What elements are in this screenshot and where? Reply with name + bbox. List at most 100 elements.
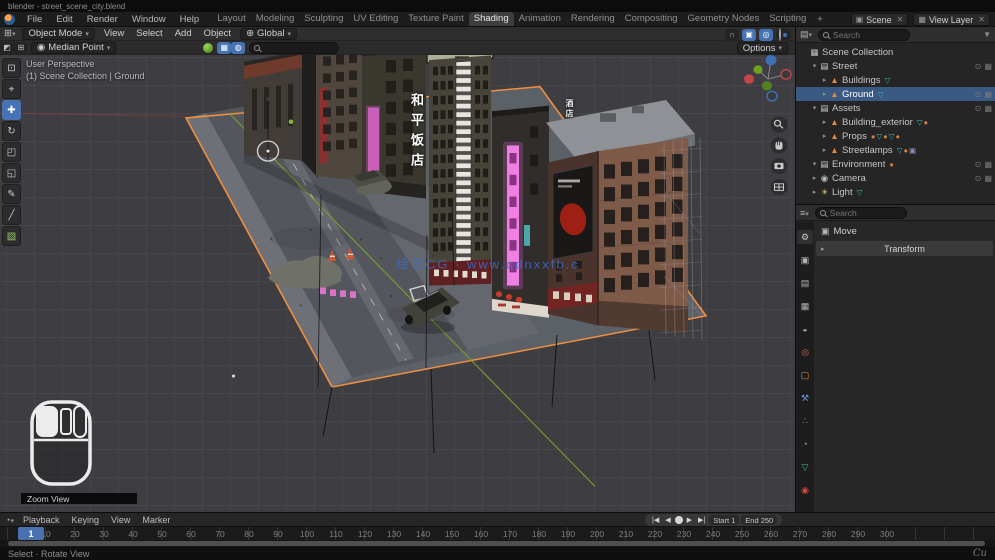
tab-uv-editing[interactable]: UV Editing [348,12,403,26]
expand-icon[interactable]: ▸ [820,118,829,126]
jump-to-start-button[interactable]: |◀ [650,516,661,524]
measure-tool[interactable]: ╱ [2,205,21,225]
outliner-row-light[interactable]: ▸ ☀ Light ▽ [796,185,995,199]
tab-animation[interactable]: Animation [514,12,566,26]
outliner-row-streetlamps[interactable]: ▸ ▲ Streetlamps ▽ ● ▣ [796,143,995,157]
shading-material-button[interactable] [783,32,787,37]
properties-tab-output[interactable]: ▤ [797,276,813,290]
timeline-scrollbar[interactable] [0,540,995,547]
rotate-tool[interactable]: ↻ [2,121,21,141]
scene-selector[interactable]: ▣ Scene ✕ [850,13,909,26]
jump-to-end-button[interactable]: ▶| [696,516,707,524]
expand-icon[interactable]: ▸ [810,174,819,182]
record-button[interactable] [674,516,683,524]
expand-icon[interactable]: ▸ [820,76,829,84]
transform-panel-header[interactable]: ▸ Transform [816,241,993,256]
hide-icon[interactable]: ⊙ [975,160,982,169]
pivot-dropdown[interactable]: ◉ Median Point ▾ [31,41,117,54]
outliner-row-assets[interactable]: ▾ ▤ Assets ⊙ ▦ [796,101,995,115]
prev-keyframe-button[interactable]: ◀ [663,516,672,524]
add-cube-tool[interactable]: ▧ [2,226,21,246]
properties-tab-render[interactable]: ▣ [797,253,813,267]
tab-modeling[interactable]: Modeling [251,12,300,26]
options-dropdown[interactable]: Options ▾ [736,42,788,54]
render-restrict-icon[interactable]: ▦ [984,174,992,183]
gizmo-y-axis[interactable] [753,65,763,74]
remove-view-layer-icon[interactable]: ✕ [978,15,985,24]
outliner-row-camera[interactable]: ▸ ◉ Camera ⊙ ▦ [796,171,995,185]
outliner-row-props[interactable]: ▸ ▲ Props ● ▽ ● ▽ ● [796,129,995,143]
timeline-menu-view[interactable]: View [105,515,136,525]
viewport-3d[interactable]: 绘艺CG · www.qdnxxfb.c ⊞ ▾ Object Mode ▾ V… [0,27,795,512]
viewport-search-input[interactable] [264,42,335,53]
gizmo-x-axis[interactable] [744,74,754,84]
hide-icon[interactable]: ⊙ [975,174,982,183]
expand-icon[interactable]: ▸ [820,132,829,140]
menu-render[interactable]: Render [80,14,125,25]
cursor-tool[interactable]: ⌖ [2,79,21,99]
scrollbar-thumb[interactable] [8,541,985,546]
select-box-tool[interactable]: ⊡ [2,58,21,78]
expand-icon[interactable]: ▾ [810,160,819,168]
annotate-tool[interactable]: ✎ [2,184,21,204]
gizmo-z-neg-axis[interactable] [766,90,778,102]
properties-search-input[interactable] [829,207,902,218]
tab-layout[interactable]: Layout [212,12,251,26]
outliner-row-environment[interactable]: ▾ ▤ Environment ● ⊙ ▦ [796,157,995,171]
add-workspace-button[interactable]: + [811,14,829,25]
properties-tab-tool[interactable]: ⚙ [797,230,813,244]
play-button[interactable]: ▶ [685,516,694,524]
properties-tab-physics[interactable]: ◔ [797,437,813,451]
tab-sculpting[interactable]: Sculpting [299,12,348,26]
render-restrict-icon[interactable]: ▦ [984,62,992,71]
outliner-row-street[interactable]: ▾ ▤ Street ⊙ ▦ [796,59,995,73]
viewport-controls[interactable] [770,116,788,196]
properties-tab-material[interactable]: ◉ [797,483,813,497]
timeline-ruler[interactable]: 1 10 20 30 40 50 60 70 80 90 100 110 120 130 140 150 16… [0,526,995,540]
outliner-row-ground[interactable]: ▸ ▲ Ground ▽ ⊙ ▦ [796,87,995,101]
frame-start-field[interactable]: Start 1 [709,515,740,525]
tab-texture-paint[interactable]: Texture Paint [403,12,468,26]
tab-scripting[interactable]: Scripting [764,12,811,26]
tab-rendering[interactable]: Rendering [566,12,620,26]
properties-tab-view-layer[interactable]: ▦ [797,299,813,313]
menu-edit[interactable]: Edit [49,14,79,25]
render-restrict-icon[interactable]: ▦ [984,160,992,169]
expand-icon[interactable]: ▸ [820,146,829,154]
menu-file[interactable]: File [20,14,49,25]
menu-window[interactable]: Window [125,14,173,25]
mode-dropdown[interactable]: Object Mode ▾ [22,27,95,40]
editor-type-icon[interactable]: ⊞ ▾ [0,28,19,39]
overlay-extra-button[interactable]: ◍ [231,41,246,54]
snap-target-button[interactable]: ▣ [742,28,756,41]
viewport-menu-select[interactable]: Select [130,28,168,39]
outliner-row-scene-collection[interactable]: ▦ Scene Collection [796,45,995,59]
tab-geometry-nodes[interactable]: Geometry Nodes [683,12,765,26]
gizmo-toggle-icon[interactable]: ◩ [0,41,14,54]
tab-compositing[interactable]: Compositing [620,12,683,26]
gizmo-z-axis[interactable] [765,54,777,66]
properties-tab-world[interactable]: ◎ [797,345,813,359]
render-restrict-icon[interactable]: ▦ [984,90,992,99]
expand-icon[interactable]: ▸ [820,90,829,98]
outliner-row-building-exterior[interactable]: ▸ ▲ Building_exterior ▽ ● [796,115,995,129]
outliner-search-input[interactable] [833,29,906,40]
overlays-toggle-icon[interactable]: ⊞ [14,41,28,54]
filter-icon[interactable]: ▼ [983,30,991,39]
timeline-menu-keying[interactable]: Keying [65,515,105,525]
hide-icon[interactable]: ⊙ [975,62,982,71]
shading-wireframe-button[interactable] [779,28,781,41]
transform-tool[interactable]: ◱ [2,163,21,183]
timeline-editor-icon[interactable]: ◔▾ [5,515,14,525]
orientation-dropdown[interactable]: ⊕ Global ▾ [240,27,298,40]
unlink-scene-icon[interactable]: ✕ [897,15,904,24]
viewport-menu-view[interactable]: View [98,28,130,39]
timeline-menu-marker[interactable]: Marker [136,515,176,525]
frame-end-field[interactable]: End 250 [741,515,778,525]
move-tool[interactable]: ✚ [2,100,21,120]
xray-toggle-button[interactable]: ▦ [217,41,232,54]
viewport-canvas[interactable]: 绘艺CG · www.qdnxxfb.c [0,27,795,512]
snap-magnet-icon[interactable]: ∩ [725,28,739,41]
properties-tab-modifiers[interactable]: ⚒ [797,391,813,405]
timeline-menu-playback[interactable]: Playback [17,515,66,525]
